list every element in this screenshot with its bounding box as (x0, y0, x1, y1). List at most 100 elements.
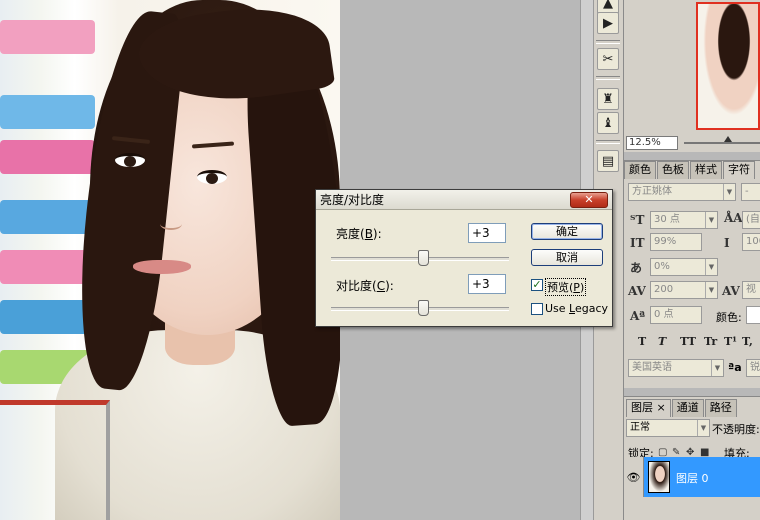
tsume-value: 0% (654, 261, 670, 272)
chevron-down-icon: ▼ (723, 184, 735, 200)
chevron-down-icon: ▼ (697, 420, 709, 436)
separator (596, 140, 620, 144)
preview-mnemonic: P (573, 281, 580, 294)
shelf-products (0, 95, 95, 129)
tab-character[interactable]: 字符 (723, 161, 755, 179)
clone-source-icon[interactable]: ♜ (597, 88, 619, 110)
blend-mode-value: 正常 (630, 422, 650, 433)
blend-mode-select[interactable]: 正常 ▼ (626, 419, 710, 437)
tab-swatches[interactable]: 色板 (657, 161, 689, 179)
contrast-slider-thumb[interactable] (418, 300, 429, 316)
tab-layers[interactable]: 图层 × (626, 399, 671, 417)
leading-value: (自 (746, 214, 760, 225)
play-icon[interactable]: ▶ (597, 12, 619, 34)
brightness-label-text: 亮度( (336, 227, 365, 241)
contrast-input[interactable]: +3 (468, 274, 506, 294)
kerning-value: 视 (746, 284, 756, 295)
leading-icon: ÅA (724, 211, 743, 225)
vertical-scale-value: 99% (654, 236, 677, 247)
antialias-select[interactable]: 锐 (746, 359, 760, 377)
preview-label-text: 预览( (547, 281, 574, 294)
close-icon[interactable]: × (657, 401, 666, 414)
preview-label-suffix: ) (579, 281, 585, 294)
superscript-button[interactable]: T¹ (724, 335, 737, 348)
language-select[interactable]: 美国英语 ▼ (628, 359, 724, 377)
antialias-icon: ªa (728, 361, 742, 374)
contrast-label: 对比度(C): (336, 277, 394, 294)
navigator-thumbnail[interactable] (696, 2, 760, 130)
zoom-slider[interactable] (684, 142, 760, 144)
antialias-label: a (734, 361, 742, 374)
shelf-products (0, 250, 95, 284)
language-value: 美国英语 (632, 362, 672, 373)
dialog-title: 亮度/对比度 (320, 193, 385, 207)
tab-color[interactable]: 颜色 (624, 161, 656, 179)
faux-bold-button[interactable]: T (638, 335, 646, 348)
font-family-value: 方正姚体 (632, 186, 672, 197)
brightness-contrast-dialog: 亮度/对比度 ✕ 亮度(B): +3 对比度(C): +3 确定 取消 ✓ 预览… (315, 189, 613, 327)
chevron-down-icon: ▼ (705, 259, 717, 275)
font-family-select[interactable]: 方正姚体 ▼ (628, 183, 736, 201)
baseline-shift-field[interactable]: 0 点 (650, 306, 702, 324)
zoom-slider-thumb[interactable] (724, 136, 732, 142)
character-panel: 颜色 色板 样式 字符 方正姚体 ▼ - ᵀT 30 点 ▼ ÅA (自 I T 99… (624, 160, 760, 388)
eye-icon[interactable]: 👁 (624, 457, 644, 497)
mouth (133, 260, 191, 274)
eye (197, 170, 227, 184)
text-color-label: 颜色: (716, 311, 742, 324)
shelf-products (0, 140, 95, 174)
character-panel-tabs: 颜色 色板 样式 字符 (624, 161, 756, 179)
tab-styles[interactable]: 样式 (690, 161, 722, 179)
preview-checkbox[interactable]: ✓ (531, 279, 543, 291)
tsume-field[interactable]: 0% ▼ (650, 258, 718, 276)
small-caps-button[interactable]: Tr (704, 335, 717, 348)
ok-button[interactable]: 确定 (531, 223, 603, 240)
font-size-field[interactable]: 30 点 ▼ (650, 211, 718, 229)
kerning-field[interactable]: 视 (742, 281, 760, 299)
brightness-slider-thumb[interactable] (418, 250, 429, 266)
font-style-select[interactable]: - (741, 183, 760, 201)
tracking-value: 200 (654, 284, 674, 295)
font-size-icon: ᵀT (630, 213, 645, 227)
dialog-title-bar[interactable]: 亮度/对比度 (316, 190, 612, 210)
horizontal-scale-field[interactable]: 100 (742, 233, 760, 251)
layer-name[interactable]: 图层 0 (676, 470, 709, 486)
zoom-field[interactable]: 12.5% (626, 136, 678, 150)
use-legacy-checkbox[interactable] (531, 303, 543, 315)
vertical-scale-field[interactable]: 99% (650, 233, 702, 251)
layer-row[interactable]: 👁 图层 0 (624, 457, 760, 497)
use-legacy-label-suffix: egacy (574, 302, 609, 315)
subscript-button[interactable]: T, (742, 335, 753, 348)
contrast-mnemonic: C (376, 279, 386, 293)
leading-field[interactable]: (自 (742, 211, 760, 229)
brightness-input[interactable]: +3 (468, 223, 506, 243)
use-legacy-label[interactable]: Use Legacy (545, 302, 608, 315)
all-caps-button[interactable]: TT (680, 335, 696, 348)
tsume-icon: あ (630, 261, 643, 275)
shelf-products (0, 200, 95, 234)
shelf-products (0, 300, 95, 334)
nose (160, 218, 182, 230)
tracking-field[interactable]: 200 ▼ (650, 281, 718, 299)
tab-paths[interactable]: 路径 (704, 399, 737, 417)
horizontal-scale-icon: I (724, 236, 730, 250)
contrast-label-suffix: ): (385, 279, 394, 293)
photo-canvas[interactable] (0, 0, 340, 520)
opacity-label: 不透明度: (712, 423, 760, 436)
faux-italic-button[interactable]: T (658, 335, 666, 348)
layer-thumbnail (648, 461, 670, 493)
navigator-panel: 12.5% (624, 0, 760, 152)
tool-presets-icon[interactable]: ✂ (597, 48, 619, 70)
cancel-button[interactable]: 取消 (531, 249, 603, 266)
baseline-shift-icon: Aª (630, 309, 646, 323)
text-color-swatch[interactable] (746, 306, 760, 324)
baseline-shift-value: 0 点 (654, 309, 674, 320)
separator (596, 76, 620, 80)
brushes-icon[interactable]: ♝ (597, 112, 619, 134)
preview-label[interactable]: 预览(P) (545, 278, 587, 296)
close-button[interactable]: ✕ (570, 192, 608, 208)
brightness-label: 亮度(B): (336, 225, 382, 242)
tab-channels[interactable]: 通道 (671, 399, 704, 417)
brightness-mnemonic: B (364, 227, 373, 241)
notes-icon[interactable]: ▤ (597, 150, 619, 172)
